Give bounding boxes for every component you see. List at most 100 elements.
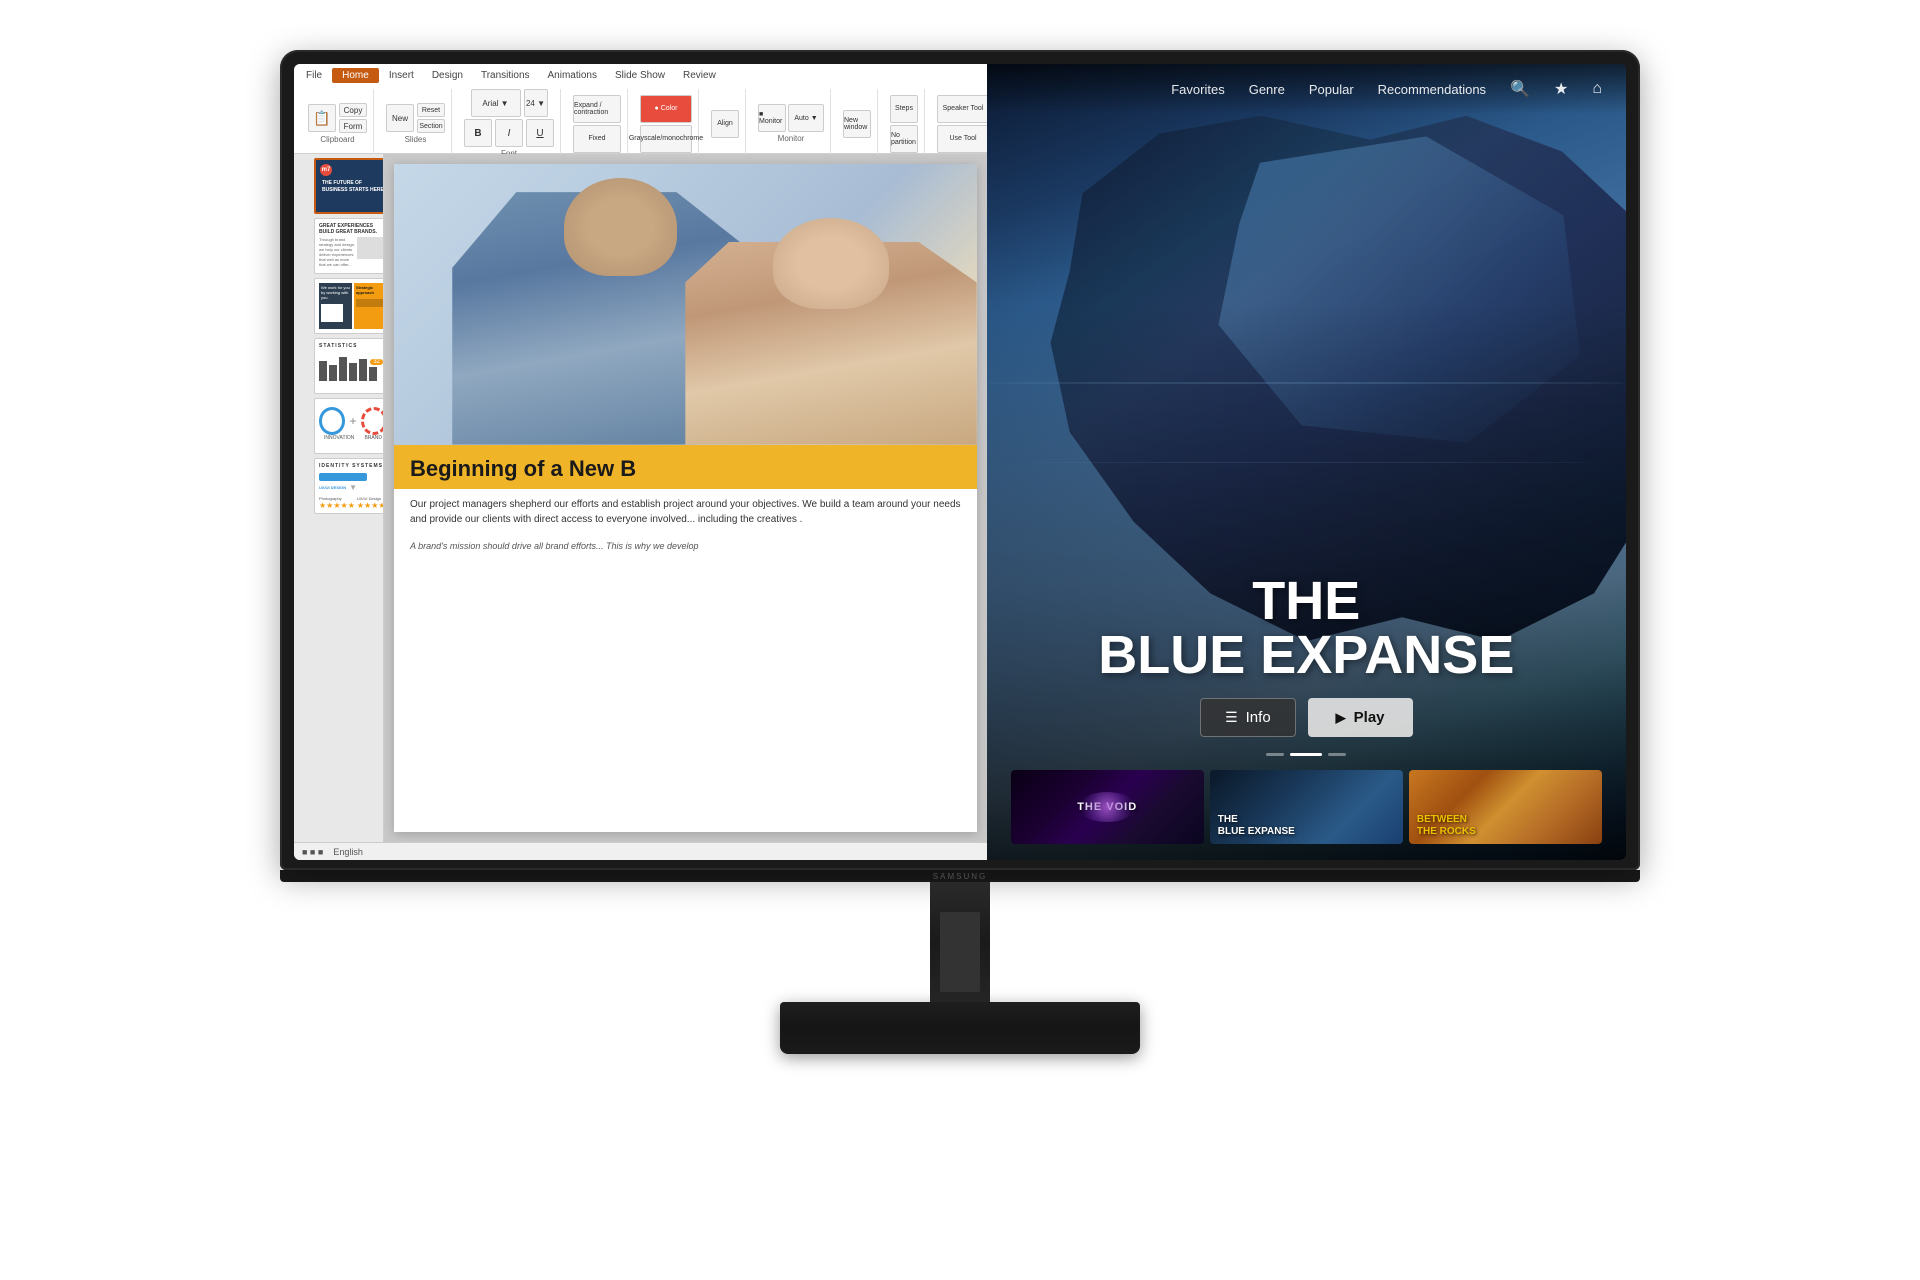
title-line-1: THE: [1011, 574, 1602, 628]
slide-6-thumb[interactable]: IDENTITY SYSTEMS UX/UI DESIGN ▼ Photogra…: [314, 458, 384, 514]
tab-transitions[interactable]: Transitions: [473, 68, 538, 83]
slide-2-container: 2 GREAT EXPERIENCES BUILD GREAT BRANDS. …: [298, 218, 379, 274]
streaming-app: Favorites Genre Popular Recommendations …: [987, 64, 1626, 860]
slide-4-thumb[interactable]: STATISTICS: [314, 338, 384, 394]
reset-button[interactable]: Reset: [417, 103, 445, 117]
monitor-bezel: File Home Insert Design Transitions Anim…: [280, 50, 1640, 870]
slide-yellow-section: Beginning of a New B: [394, 445, 977, 489]
use-tool-button[interactable]: Use Tool: [937, 125, 987, 153]
grayscale-button[interactable]: Grayscale/monochrome: [640, 125, 692, 153]
slide-5-circles: +: [319, 407, 384, 435]
tab-insert[interactable]: Insert: [381, 68, 422, 83]
expanse-label-line2: BLUE EXPANSE: [1218, 826, 1295, 837]
color-button[interactable]: ● Color: [640, 95, 692, 123]
clipboard-label: Clipboard: [320, 135, 354, 144]
stream-content: THE BLUE EXPANSE ☰ Info ▶ Play: [987, 574, 1626, 860]
bar-4: [349, 363, 357, 381]
thumbnail-row: THE VOID THE BLUE EXPANSE BET: [1011, 770, 1602, 844]
person-2-area: [685, 206, 976, 444]
new-slide-button[interactable]: New: [386, 104, 414, 132]
slide-2-title: GREAT EXPERIENCES BUILD GREAT BRANDS.: [319, 223, 384, 235]
bold-button[interactable]: B: [464, 119, 492, 147]
expand-button[interactable]: Expand / contraction: [573, 95, 621, 123]
font-icons: Arial ▼ 24 ▼: [471, 89, 548, 117]
slide-2-bg: GREAT EXPERIENCES BUILD GREAT BRANDS. Th…: [315, 219, 384, 273]
font-select[interactable]: Arial ▼: [471, 89, 521, 117]
nav-genre[interactable]: Genre: [1249, 82, 1285, 97]
monitor-stand-neck: [930, 882, 990, 1002]
slide-footer-text: A brand's mission should drive all brand…: [394, 535, 977, 557]
section-button[interactable]: Section: [417, 119, 445, 133]
bar-3: [339, 357, 347, 381]
dot-1: [1266, 753, 1284, 756]
nav-recommendations[interactable]: Recommendations: [1378, 82, 1486, 97]
paste-button[interactable]: 📋: [308, 104, 336, 132]
monitor-label: Monitor: [778, 134, 805, 143]
slide-3-bg: We work for you by working with you. Str…: [315, 279, 384, 333]
bar-1: [319, 361, 327, 381]
slide-1-bg: m7 THE FUTURE OF BUSINESS STARTS HERE.: [316, 160, 384, 212]
monitor-button[interactable]: ■ Monitor: [758, 104, 786, 132]
no-partition-button[interactable]: No partition: [890, 125, 918, 153]
slide-main-title: Beginning of a New B: [410, 457, 961, 481]
circle-innovation: [319, 407, 345, 435]
fixed-button[interactable]: Fixed: [573, 125, 621, 153]
play-button[interactable]: ▶ Play: [1308, 698, 1413, 737]
info-button[interactable]: ☰ Info: [1200, 698, 1296, 737]
tab-file[interactable]: File: [298, 68, 330, 83]
auto-button[interactable]: Auto ▼: [788, 104, 824, 132]
slide-6-container: 6 IDENTITY SYSTEMS UX/UI DESIGN ▼: [298, 458, 379, 514]
stream-nav: Favorites Genre Popular Recommendations …: [987, 64, 1626, 114]
tab-animations[interactable]: Animations: [540, 68, 605, 83]
tab-slideshow[interactable]: Slide Show: [607, 68, 673, 83]
thumb-blue-expanse[interactable]: THE BLUE EXPANSE: [1210, 770, 1403, 844]
dot-3: [1328, 753, 1346, 756]
thumb-between-rocks[interactable]: BETWEEN THE ROCKS: [1409, 770, 1602, 844]
expanse-label: THE BLUE EXPANSE: [1218, 814, 1295, 838]
steps-button[interactable]: Steps: [890, 95, 918, 123]
slide-2-thumb[interactable]: GREAT EXPERIENCES BUILD GREAT BRANDS. Th…: [314, 218, 384, 274]
slide-1-thumb[interactable]: m7 THE FUTURE OF BUSINESS STARTS HERE.: [314, 158, 384, 214]
title-line-2: BLUE EXPANSE: [1011, 628, 1602, 682]
copy-button[interactable]: Copy: [339, 103, 367, 117]
play-icon: ▶: [1336, 710, 1346, 726]
language-indicator: English: [333, 847, 363, 857]
slide-5-thumb[interactable]: + INNOVATION BRAND: [314, 398, 384, 454]
tab-design[interactable]: Design: [424, 68, 471, 83]
format-button[interactable]: Form: [339, 119, 367, 133]
home-icon[interactable]: ⌂: [1592, 80, 1602, 98]
slide-3-left: We work for you by working with you.: [319, 283, 352, 329]
slide-6-content: Photography ★★★★★ UX/UI Design ★★★★☆: [319, 496, 384, 510]
bar-6: [369, 367, 377, 381]
slide-4-container: 4 STATISTICS: [298, 338, 379, 394]
monitor-wrapper: File Home Insert Design Transitions Anim…: [260, 50, 1660, 1230]
thumb-the-void[interactable]: THE VOID: [1011, 770, 1204, 844]
tab-review[interactable]: Review: [675, 68, 724, 83]
search-icon[interactable]: 🔍: [1510, 79, 1530, 99]
person-2-head: [773, 218, 890, 309]
underline-button[interactable]: U: [526, 119, 554, 147]
slides-icons: New Reset Section: [386, 103, 445, 133]
bar-2: [329, 365, 337, 381]
favorites-star-icon[interactable]: ★: [1554, 79, 1568, 99]
slide-3-right: Strategic approach: [354, 283, 384, 329]
progress-indicators: [1011, 753, 1602, 756]
menu-icon: ☰: [1225, 709, 1238, 726]
slide-3-thumb[interactable]: We work for you by working with you. Str…: [314, 278, 384, 334]
ppt-ribbon: File Home Insert Design Transitions Anim…: [294, 64, 987, 154]
speaker-tool-button[interactable]: Speaker Tool: [937, 95, 987, 123]
brand-label: BRAND: [364, 435, 382, 441]
tab-home[interactable]: Home: [332, 68, 379, 83]
italic-button[interactable]: I: [495, 119, 523, 147]
align-button[interactable]: Align: [711, 110, 739, 138]
rocks-label-line1: BETWEEN: [1417, 814, 1467, 825]
col-1-stars: ★★★★★: [319, 501, 355, 510]
new-window-button[interactable]: New window: [843, 110, 871, 138]
nav-popular[interactable]: Popular: [1309, 82, 1354, 97]
nav-favorites[interactable]: Favorites: [1171, 82, 1224, 97]
slide-4-bg: STATISTICS: [315, 339, 384, 393]
align-group: Align: [705, 89, 746, 158]
ribbon-tools: 📋 Copy Form Clipboard New: [298, 85, 983, 162]
slide-5-bg: + INNOVATION BRAND: [315, 399, 384, 453]
font-size[interactable]: 24 ▼: [524, 89, 548, 117]
